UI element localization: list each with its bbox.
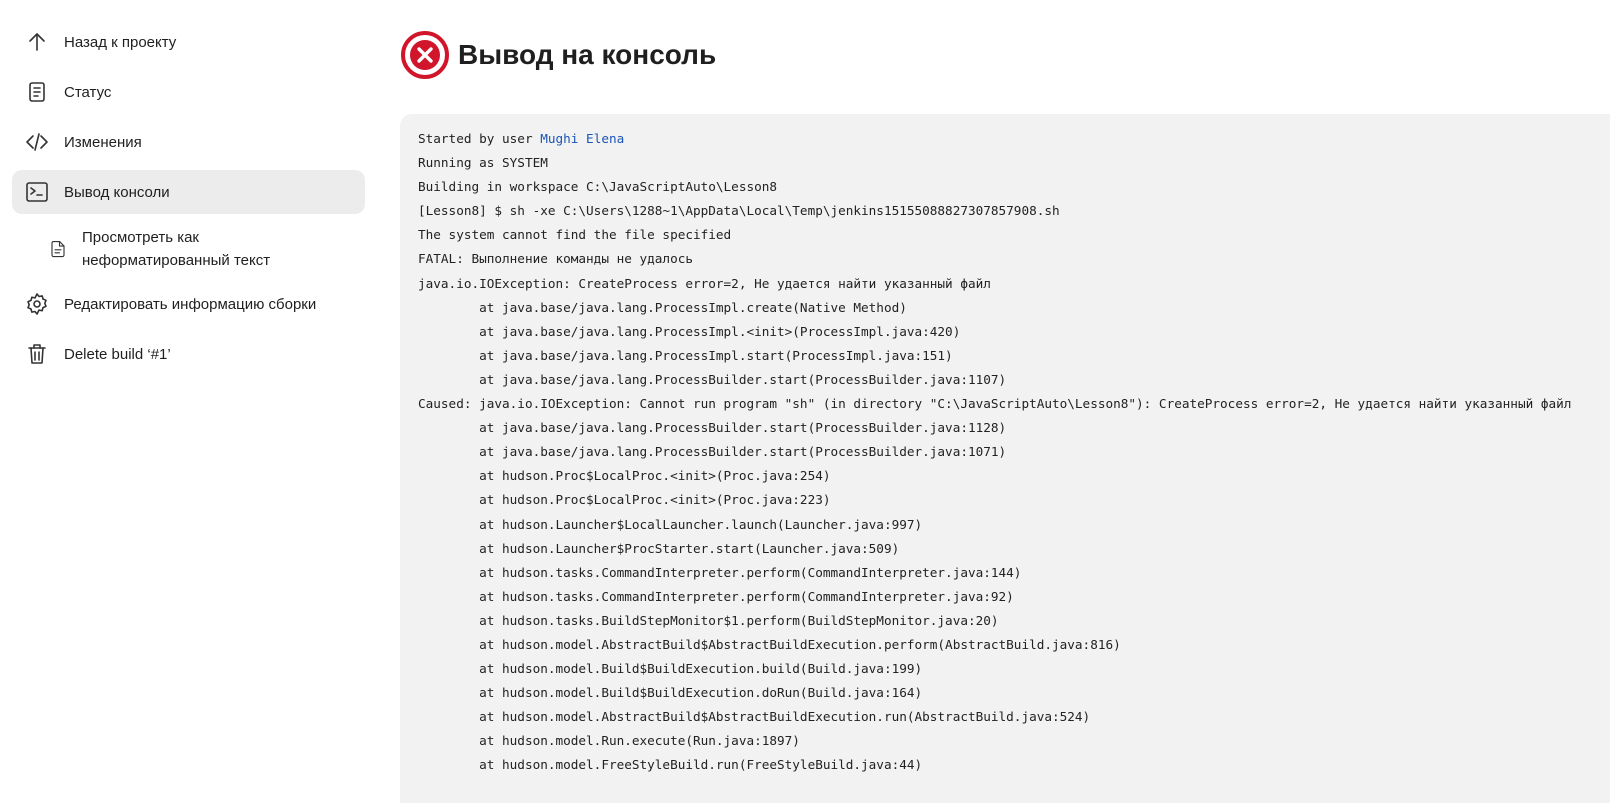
sidebar-item-edit-build-info[interactable]: Редактировать информацию сборки [12, 282, 365, 326]
console-line: Running as SYSTEM [418, 155, 548, 171]
sidebar-item-label: Назад к проекту [64, 33, 177, 51]
sidebar-item-console-output[interactable]: Вывод консоли [12, 170, 365, 214]
console-line: at hudson.tasks.CommandInterpreter.perfo… [418, 564, 1022, 580]
console-line: at hudson.model.FreeStyleBuild.run(FreeS… [418, 757, 923, 773]
console-line: at hudson.model.AbstractBuild$AbstractBu… [418, 709, 1091, 725]
console-line: The system cannot find the file specifie… [418, 227, 732, 243]
sidebar-subitem-label-line1: Просмотреть как [82, 229, 199, 246]
sidebar-item-changes[interactable]: Изменения [12, 120, 365, 164]
console-line: at hudson.tasks.CommandInterpreter.perfo… [418, 588, 1014, 604]
file-icon [48, 239, 68, 259]
trash-icon [24, 341, 50, 367]
user-link[interactable]: Mughi Elena [540, 131, 624, 146]
console-line: at java.base/java.lang.ProcessImpl.creat… [418, 299, 907, 315]
console-line: at java.base/java.lang.ProcessBuilder.st… [418, 444, 1007, 460]
console-line: FATAL: Выполнение команды не удалось [418, 251, 693, 267]
console-output: Started by user Mughi Elena Running as S… [400, 114, 1610, 803]
console-line: at java.base/java.lang.ProcessBuilder.st… [418, 420, 1007, 436]
console-line: java.io.IOException: CreateProcess error… [418, 275, 991, 291]
failure-icon [401, 31, 449, 79]
console-line: at hudson.Proc$LocalProc.<init>(Proc.jav… [418, 468, 831, 484]
console-line: at hudson.tasks.BuildStepMonitor$1.perfo… [418, 612, 999, 628]
sidebar-item-label: Изменения [64, 133, 142, 151]
sidebar-item-label: Статус [64, 83, 112, 101]
console-line: at java.base/java.lang.ProcessBuilder.st… [418, 371, 1007, 387]
sidebar-item-back-to-project[interactable]: Назад к проекту [12, 20, 365, 64]
gear-icon [24, 291, 50, 317]
console-line: at hudson.model.Build$BuildExecution.doR… [418, 685, 923, 701]
terminal-icon [24, 179, 50, 205]
sidebar-item-label: Вывод консоли [64, 183, 170, 201]
console-line: at java.base/java.lang.ProcessImpl.start… [418, 347, 953, 363]
code-icon [24, 129, 50, 155]
sidebar-item-label: Delete build ‘#1’ [64, 345, 171, 363]
console-line: at java.base/java.lang.ProcessImpl.<init… [418, 323, 961, 339]
page-header: Вывод на консоль [400, 30, 716, 80]
console-line: Building in workspace C:\JavaScriptAuto\… [418, 179, 778, 195]
sidebar-item-status[interactable]: Статус [12, 70, 365, 114]
sidebar-subitem-view-as-plain-text[interactable]: Просмотреть как неформатированный текст [12, 220, 365, 278]
console-started-prefix: Started by user [418, 131, 541, 146]
sidebar-item-delete-build[interactable]: Delete build ‘#1’ [12, 332, 365, 376]
page-title: Вывод на консоль [458, 39, 717, 70]
console-text: Started by user Mughi Elena Running as S… [418, 127, 1598, 778]
sidebar-subitem-label: Просмотреть как неформатированный текст [82, 226, 302, 272]
console-lines: Running as SYSTEM Building in workspace … [418, 155, 1571, 772]
console-line: at hudson.model.AbstractBuild$AbstractBu… [418, 636, 1121, 652]
sidebar-item-label: Редактировать информацию сборки [64, 295, 317, 313]
document-icon [24, 79, 50, 105]
arrow-up-icon [24, 29, 50, 55]
console-line: Caused: java.io.IOException: Cannot run … [418, 396, 1572, 412]
console-line: at hudson.model.Run.execute(Run.java:189… [418, 733, 800, 749]
console-line: at hudson.Proc$LocalProc.<init>(Proc.jav… [418, 492, 831, 508]
sidebar: Назад к проекту Статус Изменения Вывод к… [12, 20, 365, 382]
console-line: at hudson.model.Build$BuildExecution.bui… [418, 661, 923, 677]
sidebar-subitem-label-line2: неформатированный текст [82, 252, 271, 269]
console-line: [Lesson8] $ sh -xe C:\Users\1288~1\AppDa… [418, 203, 1060, 219]
console-line-started: Started by user Mughi Elena [418, 131, 624, 146]
console-line: at hudson.Launcher$LocalLauncher.launch(… [418, 516, 923, 532]
console-line: at hudson.Launcher$ProcStarter.start(Lau… [418, 540, 900, 556]
